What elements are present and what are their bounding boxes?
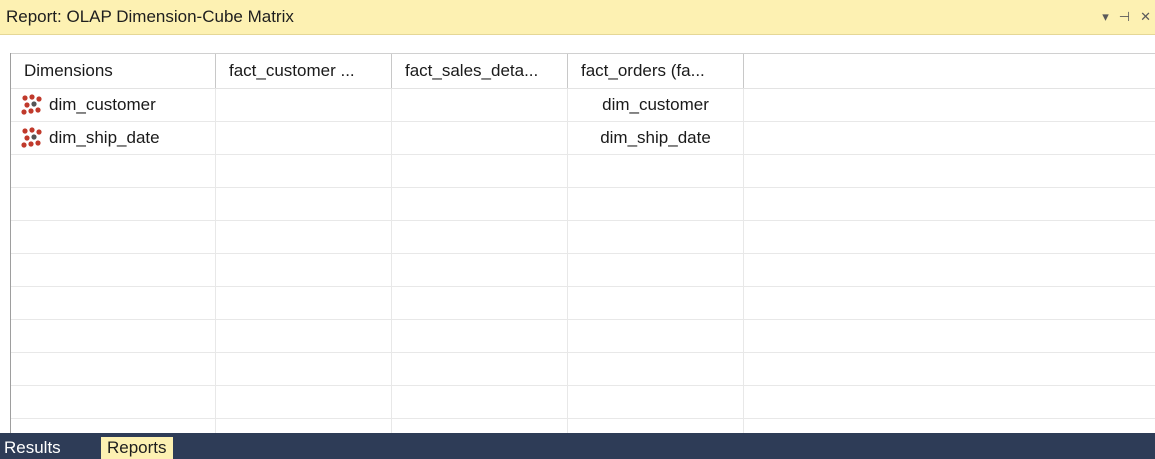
filler-cell (744, 287, 1155, 319)
table-row (11, 320, 1155, 353)
matrix-cell-fact-sales-detail (392, 287, 568, 319)
filler-cell (744, 254, 1155, 286)
report-titlebar: Report: OLAP Dimension-Cube Matrix ▾ ⊣ ✕ (0, 0, 1155, 35)
bottom-tabbar: Results Reports (0, 433, 1155, 459)
dropdown-arrow-icon[interactable]: ▾ (1102, 6, 1109, 28)
dimension-cell (11, 221, 216, 253)
filler-cell (744, 221, 1155, 253)
close-icon[interactable]: ✕ (1140, 6, 1151, 28)
filler-cell (744, 386, 1155, 418)
matrix-cell-fact-orders (568, 419, 744, 433)
matrix-cell-fact-customer (216, 320, 392, 352)
filler-cell (744, 155, 1155, 187)
table-row (11, 353, 1155, 386)
column-header-empty (744, 54, 1155, 88)
matrix-cell-fact-orders (568, 221, 744, 253)
matrix-cell-fact-customer (216, 89, 392, 121)
tab-reports[interactable]: Reports (101, 437, 173, 459)
table-row (11, 221, 1155, 254)
matrix-cell-fact-customer (216, 419, 392, 433)
pin-icon[interactable]: ⊣ (1119, 6, 1130, 28)
dimension-cell (11, 386, 216, 418)
dimension-cell (11, 287, 216, 319)
matrix-cell-fact-sales-detail (392, 419, 568, 433)
matrix-cell-fact-customer (216, 221, 392, 253)
matrix-cell-fact-customer (216, 155, 392, 187)
matrix-cell-fact-orders (568, 155, 744, 187)
filler-cell (744, 122, 1155, 154)
table-row (11, 287, 1155, 320)
matrix-cell-fact-customer (216, 254, 392, 286)
dimension-cell[interactable]: dim_customer (11, 89, 216, 121)
filler-cell (744, 353, 1155, 385)
filler-cell (744, 89, 1155, 121)
matrix-cell-fact-sales-detail (392, 221, 568, 253)
matrix-cell-fact-sales-detail (392, 122, 568, 154)
matrix-cell-fact-sales-detail (392, 320, 568, 352)
matrix-cell-fact-customer (216, 122, 392, 154)
dimension-cell (11, 353, 216, 385)
matrix-cell-fact-customer (216, 353, 392, 385)
report-title: Report: OLAP Dimension-Cube Matrix (6, 7, 294, 26)
matrix-grid: Dimensions fact_customer ... fact_sales_… (10, 53, 1155, 433)
dimension-cell (11, 419, 216, 433)
dimension-cell (11, 254, 216, 286)
table-row[interactable]: dim_ship_date dim_ship_date (11, 122, 1155, 155)
column-header-fact-customer[interactable]: fact_customer ... (216, 54, 392, 88)
dimension-icon (21, 127, 42, 148)
matrix-cell-fact-orders (568, 353, 744, 385)
table-row (11, 188, 1155, 221)
table-row[interactable]: dim_customer dim_customer (11, 89, 1155, 122)
column-header-dimensions[interactable]: Dimensions (11, 54, 216, 88)
matrix-cell-fact-sales-detail (392, 254, 568, 286)
grid-body: dim_customer dim_customer dim_ship_date dim… (11, 89, 1155, 433)
table-row (11, 386, 1155, 419)
column-header-fact-orders[interactable]: fact_orders (fa... (568, 54, 744, 88)
matrix-cell-fact-orders (568, 320, 744, 352)
matrix-cell-fact-sales-detail (392, 386, 568, 418)
matrix-cell-fact-sales-detail (392, 155, 568, 187)
table-row (11, 155, 1155, 188)
dimension-cell[interactable]: dim_ship_date (11, 122, 216, 154)
matrix-cell-fact-orders (568, 254, 744, 286)
table-row (11, 254, 1155, 287)
dimension-cell (11, 320, 216, 352)
dimension-cell (11, 188, 216, 220)
filler-cell (744, 188, 1155, 220)
matrix-cell-fact-customer (216, 386, 392, 418)
dimension-name: dim_customer (49, 95, 156, 114)
matrix-cell-fact-customer (216, 287, 392, 319)
column-header-fact-sales-detail[interactable]: fact_sales_deta... (392, 54, 568, 88)
matrix-cell-fact-sales-detail (392, 353, 568, 385)
dimension-icon (21, 94, 42, 115)
grid-header: Dimensions fact_customer ... fact_sales_… (11, 53, 1155, 89)
title-actions: ▾ ⊣ ✕ (1102, 6, 1151, 28)
filler-cell (744, 320, 1155, 352)
matrix-cell-fact-orders (568, 386, 744, 418)
dimension-name: dim_ship_date (49, 128, 160, 147)
tab-results[interactable]: Results (0, 437, 65, 459)
matrix-cell-fact-orders (568, 287, 744, 319)
matrix-cell-fact-orders (568, 188, 744, 220)
dimension-cell (11, 155, 216, 187)
filler-cell (744, 419, 1155, 433)
table-row (11, 419, 1155, 433)
matrix-cell-fact-orders: dim_customer (568, 89, 744, 121)
matrix-cell-fact-orders: dim_ship_date (568, 122, 744, 154)
matrix-cell-fact-sales-detail (392, 188, 568, 220)
matrix-cell-fact-sales-detail (392, 89, 568, 121)
matrix-cell-fact-customer (216, 188, 392, 220)
